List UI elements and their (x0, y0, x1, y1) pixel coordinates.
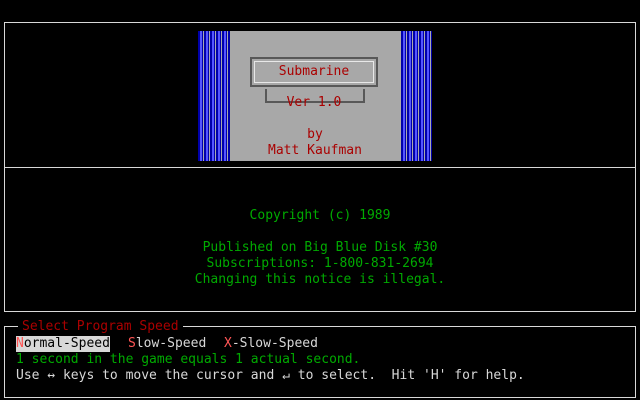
x-slow-speed-label: -Slow-Speed (231, 336, 318, 351)
normal-speed-label: ormal-Speed (23, 336, 110, 351)
subscriptions-line: Subscriptions: 1-800-831-2694 (206, 256, 434, 271)
slow-speed-option[interactable]: Slow-Speed (128, 336, 206, 352)
game-title: Submarine (278, 64, 350, 79)
normal-speed-hotkey: N (16, 336, 24, 351)
normal-speed-option[interactable]: Normal-Speed (16, 336, 110, 352)
version-label: Ver 1.0 (286, 95, 342, 110)
author-name: Matt Kaufman (268, 143, 362, 158)
speed-description: 1 second in the game equals 1 actual sec… (16, 352, 361, 367)
copyright-line: Copyright (c) 1989 (249, 208, 391, 223)
notice-line: Changing this notice is illegal. (194, 272, 446, 287)
by-label: by (307, 127, 323, 142)
title-card: Submarine Ver 1.0 by Matt Kaufman (198, 31, 432, 161)
x-slow-speed-option[interactable]: X-Slow-Speed (224, 336, 318, 352)
speed-menu-heading: Select Program Speed (18, 319, 183, 335)
divider (4, 167, 636, 168)
slow-speed-label: low-Speed (135, 336, 207, 351)
x-slow-speed-hotkey: X (224, 336, 232, 351)
published-line: Published on Big Blue Disk #30 (202, 240, 438, 255)
help-line: Use ↔ keys to move the cursor and ↵ to s… (16, 368, 525, 383)
slow-speed-hotkey: S (128, 336, 136, 351)
